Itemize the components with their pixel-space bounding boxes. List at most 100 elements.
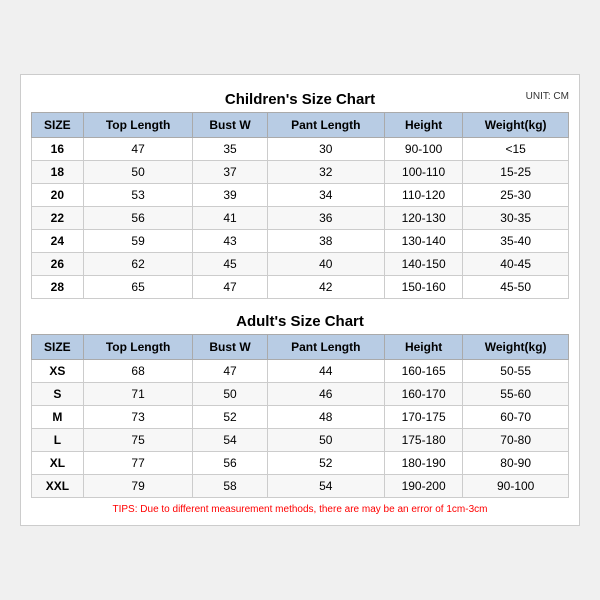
col-size-header: SIZE bbox=[32, 113, 84, 138]
adult-title-text: Adult's Size Chart bbox=[236, 313, 364, 330]
list-item: 73 bbox=[83, 406, 193, 429]
col-weight-header: Weight(kg) bbox=[463, 113, 569, 138]
list-item: 38 bbox=[267, 230, 384, 253]
col-height-header: Height bbox=[384, 113, 462, 138]
list-item: 56 bbox=[83, 207, 193, 230]
list-item: 71 bbox=[83, 383, 193, 406]
list-item: 16 bbox=[32, 138, 84, 161]
list-item: 30 bbox=[267, 138, 384, 161]
table-row: 20533934110-12025-30 bbox=[32, 184, 569, 207]
list-item: 30-35 bbox=[463, 207, 569, 230]
list-item: 65 bbox=[83, 276, 193, 299]
list-item: 55-60 bbox=[463, 383, 569, 406]
list-item: 28 bbox=[32, 276, 84, 299]
col-top-length-header: Top Length bbox=[83, 113, 193, 138]
list-item: 70-80 bbox=[463, 429, 569, 452]
adult-col-pant: Pant Length bbox=[267, 335, 384, 360]
list-item: 52 bbox=[267, 452, 384, 475]
adult-col-height: Height bbox=[384, 335, 462, 360]
tips-text: TIPS: Due to different measurement metho… bbox=[31, 504, 569, 515]
list-item: 24 bbox=[32, 230, 84, 253]
table-row: XXL795854190-20090-100 bbox=[32, 475, 569, 498]
list-item: 34 bbox=[267, 184, 384, 207]
list-item: 175-180 bbox=[384, 429, 462, 452]
list-item: 50 bbox=[193, 383, 267, 406]
list-item: 130-140 bbox=[384, 230, 462, 253]
list-item: 190-200 bbox=[384, 475, 462, 498]
children-section: Children's Size Chart UNIT: CM SIZE Top … bbox=[31, 85, 569, 299]
table-row: 22564136120-13030-35 bbox=[32, 207, 569, 230]
list-item: XL bbox=[32, 452, 84, 475]
table-row: M735248170-17560-70 bbox=[32, 406, 569, 429]
list-item: 26 bbox=[32, 253, 84, 276]
list-item: 40 bbox=[267, 253, 384, 276]
list-item: 170-175 bbox=[384, 406, 462, 429]
list-item: 36 bbox=[267, 207, 384, 230]
adult-section: Adult's Size Chart SIZE Top Length Bust … bbox=[31, 307, 569, 498]
children-title-text: Children's Size Chart bbox=[225, 91, 375, 108]
list-item: 39 bbox=[193, 184, 267, 207]
list-item: 45-50 bbox=[463, 276, 569, 299]
list-item: 47 bbox=[193, 360, 267, 383]
size-chart-card: Children's Size Chart UNIT: CM SIZE Top … bbox=[20, 74, 580, 526]
table-row: 26624540140-15040-45 bbox=[32, 253, 569, 276]
list-item: 120-130 bbox=[384, 207, 462, 230]
list-item: 140-150 bbox=[384, 253, 462, 276]
list-item: 54 bbox=[267, 475, 384, 498]
col-pant-header: Pant Length bbox=[267, 113, 384, 138]
list-item: 80-90 bbox=[463, 452, 569, 475]
list-item: 79 bbox=[83, 475, 193, 498]
list-item: 45 bbox=[193, 253, 267, 276]
children-title: Children's Size Chart UNIT: CM bbox=[31, 85, 569, 112]
list-item: 44 bbox=[267, 360, 384, 383]
list-item: 54 bbox=[193, 429, 267, 452]
list-item: 32 bbox=[267, 161, 384, 184]
adult-header-row: SIZE Top Length Bust W Pant Length Heigh… bbox=[32, 335, 569, 360]
list-item: 56 bbox=[193, 452, 267, 475]
list-item: 48 bbox=[267, 406, 384, 429]
list-item: 40-45 bbox=[463, 253, 569, 276]
list-item: 110-120 bbox=[384, 184, 462, 207]
list-item: 35-40 bbox=[463, 230, 569, 253]
list-item: <15 bbox=[463, 138, 569, 161]
list-item: 41 bbox=[193, 207, 267, 230]
adult-col-weight: Weight(kg) bbox=[463, 335, 569, 360]
list-item: 180-190 bbox=[384, 452, 462, 475]
list-item: 47 bbox=[193, 276, 267, 299]
table-row: S715046160-17055-60 bbox=[32, 383, 569, 406]
list-item: M bbox=[32, 406, 84, 429]
adult-col-bust: Bust W bbox=[193, 335, 267, 360]
list-item: 53 bbox=[83, 184, 193, 207]
list-item: 160-165 bbox=[384, 360, 462, 383]
children-header-row: SIZE Top Length Bust W Pant Length Heigh… bbox=[32, 113, 569, 138]
list-item: 60-70 bbox=[463, 406, 569, 429]
table-row: 18503732100-11015-25 bbox=[32, 161, 569, 184]
list-item: XXL bbox=[32, 475, 84, 498]
list-item: 90-100 bbox=[463, 475, 569, 498]
list-item: 150-160 bbox=[384, 276, 462, 299]
list-item: 77 bbox=[83, 452, 193, 475]
children-tbody: 1647353090-100<1518503732100-11015-25205… bbox=[32, 138, 569, 299]
list-item: S bbox=[32, 383, 84, 406]
list-item: 22 bbox=[32, 207, 84, 230]
list-item: 37 bbox=[193, 161, 267, 184]
adult-col-top-length: Top Length bbox=[83, 335, 193, 360]
list-item: 160-170 bbox=[384, 383, 462, 406]
adult-table: SIZE Top Length Bust W Pant Length Heigh… bbox=[31, 334, 569, 498]
list-item: 47 bbox=[83, 138, 193, 161]
list-item: 50 bbox=[83, 161, 193, 184]
list-item: 68 bbox=[83, 360, 193, 383]
list-item: 18 bbox=[32, 161, 84, 184]
list-item: 59 bbox=[83, 230, 193, 253]
list-item: 46 bbox=[267, 383, 384, 406]
list-item: 90-100 bbox=[384, 138, 462, 161]
list-item: L bbox=[32, 429, 84, 452]
table-row: 28654742150-16045-50 bbox=[32, 276, 569, 299]
list-item: 50-55 bbox=[463, 360, 569, 383]
children-table: SIZE Top Length Bust W Pant Length Heigh… bbox=[31, 112, 569, 299]
table-row: 24594338130-14035-40 bbox=[32, 230, 569, 253]
col-bust-header: Bust W bbox=[193, 113, 267, 138]
list-item: 75 bbox=[83, 429, 193, 452]
table-row: L755450175-18070-80 bbox=[32, 429, 569, 452]
list-item: 62 bbox=[83, 253, 193, 276]
